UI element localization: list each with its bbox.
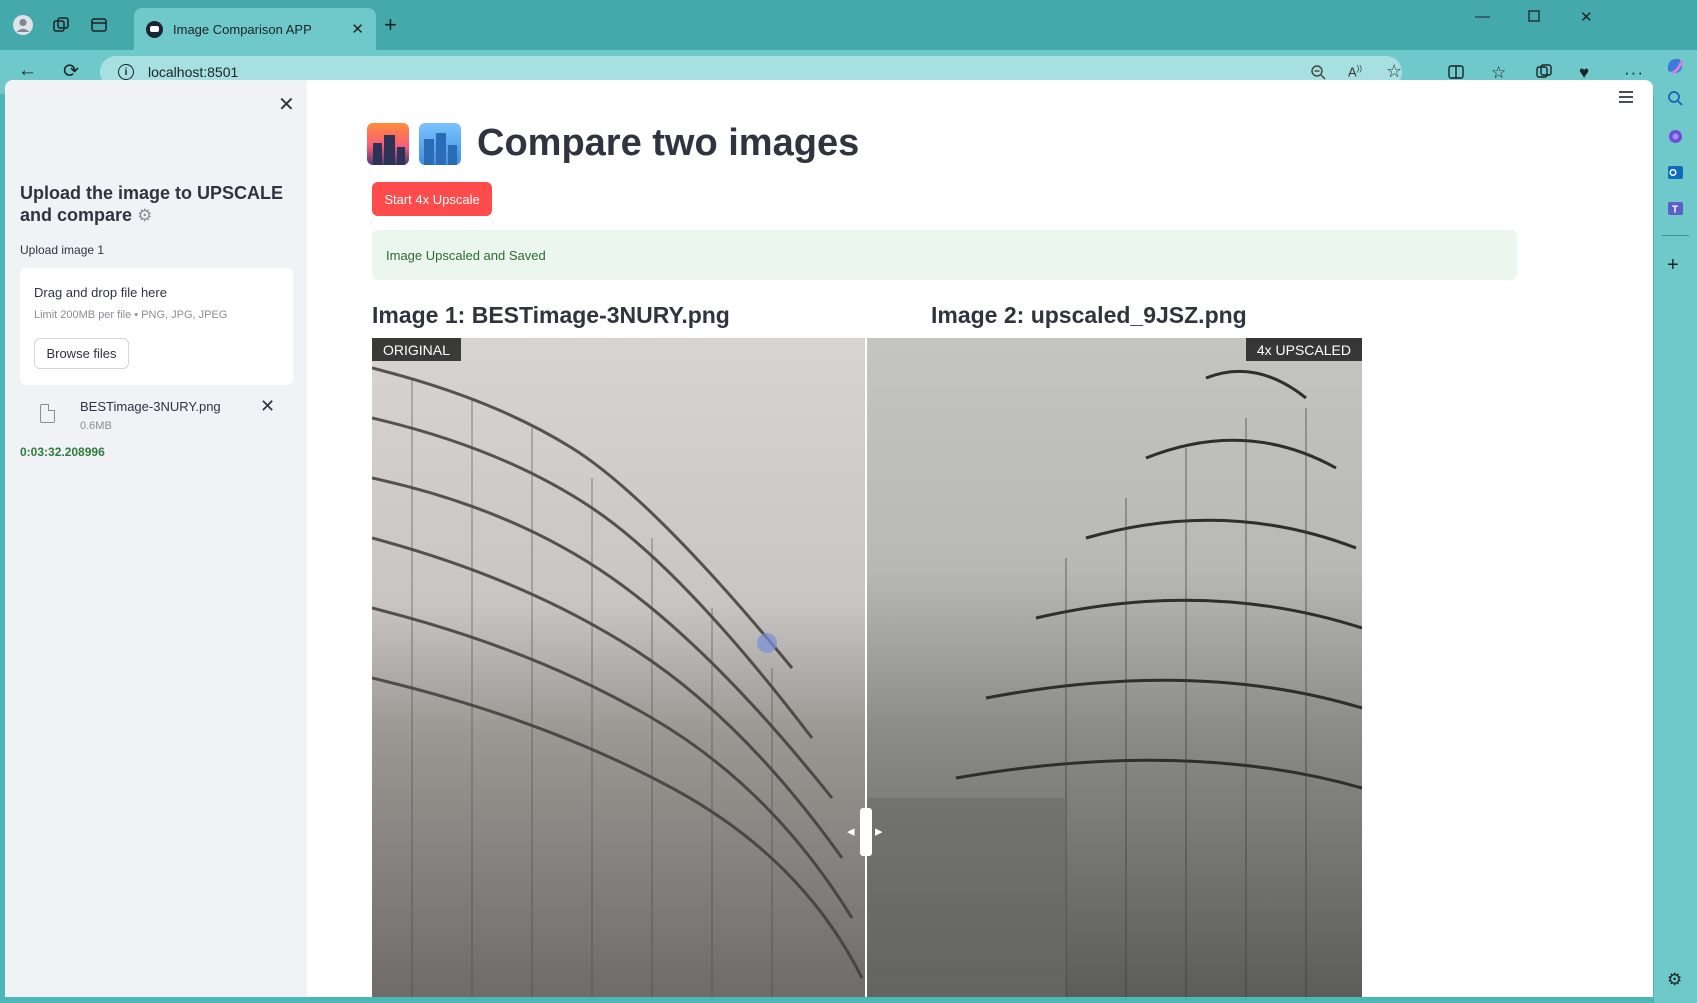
read-aloud-icon[interactable]: A)) [1348, 64, 1362, 79]
add-sidebar-app-icon[interactable]: + [1667, 254, 1679, 277]
minimize-icon[interactable]: — [1475, 8, 1490, 25]
gear-icon: ⚙ [137, 206, 153, 225]
shopping-icon[interactable] [1667, 128, 1684, 150]
cityscape-dusk-icon [367, 122, 409, 165]
page-title-text: Compare two images [477, 122, 860, 164]
success-alert: Image Upscaled and Saved [372, 230, 1517, 280]
streamlit-sidebar: ✕ Upload the image to UPSCALE and compar… [5, 80, 307, 997]
sidebar-heading: Upload the image to UPSCALE and compare … [20, 182, 295, 227]
comparison-divider[interactable] [865, 338, 867, 997]
maximize-icon[interactable] [1528, 9, 1540, 26]
edge-sidebar: T + ⚙ [1654, 59, 1697, 1003]
main-content: Compare two images Start 4x Upscale Imag… [307, 80, 1653, 997]
image1-label: Image 1: BESTimage-3NURY.png [372, 302, 730, 328]
dropzone-limit: Limit 200MB per file • PNG, JPG, JPEG [34, 309, 228, 321]
upload-label: Upload image 1 [20, 243, 105, 257]
upscaled-image [866, 338, 1362, 997]
page-title: Compare two images [367, 122, 859, 165]
streamlit-favicon-icon [146, 20, 163, 38]
window-close-icon[interactable]: ✕ [1580, 8, 1593, 26]
dropzone-title: Drag and drop file here [34, 285, 167, 300]
sidebar-settings-icon[interactable]: ⚙ [1667, 970, 1682, 990]
site-info-icon[interactable]: i [118, 64, 134, 80]
handle-left-arrow-icon: ◂ [847, 823, 855, 840]
browser-tab[interactable]: Image Comparison APP ✕ [134, 8, 376, 50]
new-tab-icon[interactable]: + [384, 12, 397, 38]
browse-files-button[interactable]: Browse files [34, 338, 129, 369]
comparison-handle[interactable] [860, 808, 872, 856]
tab-title: Image Comparison APP [173, 21, 312, 37]
file-dropzone[interactable]: Drag and drop file here Limit 200MB per … [20, 268, 293, 385]
app-viewport: ✕ Upload the image to UPSCALE and compar… [5, 80, 1653, 997]
original-tag: ORIGINAL [372, 338, 461, 361]
profile-icon[interactable] [10, 12, 36, 38]
edge-divider [1662, 235, 1689, 236]
back-icon[interactable]: ← [18, 60, 37, 82]
uploaded-file-name: BESTimage-3NURY.png [80, 399, 221, 414]
search-icon[interactable] [1667, 90, 1684, 112]
upscaled-tag: 4x UPSCALED [1245, 338, 1362, 361]
teams-icon[interactable]: T [1667, 200, 1684, 222]
url-text: localhost:8501 [148, 64, 239, 80]
image2-label: Image 2: upscaled_9JSZ.png [931, 302, 1247, 328]
copilot-icon[interactable] [1664, 55, 1686, 82]
vertical-tabs-icon[interactable] [86, 12, 112, 38]
elapsed-time: 0:03:32.208996 [20, 445, 105, 459]
original-image [372, 338, 866, 997]
tab-close-icon[interactable]: ✕ [351, 20, 364, 38]
handle-right-arrow-icon: ▸ [875, 823, 883, 840]
cityscape-icon [419, 122, 461, 165]
svg-text:T: T [1672, 205, 1678, 216]
uploaded-file-item: BESTimage-3NURY.png 0.6MB ✕ [20, 392, 293, 442]
outlook-icon[interactable] [1667, 164, 1684, 186]
image-comparison-slider[interactable]: ORIGINAL 4x UPSCALED ◂ ▸ [372, 338, 1362, 997]
workspaces-icon[interactable] [48, 12, 74, 38]
browser-titlebar: Image Comparison APP ✕ + — ✕ [0, 0, 1697, 50]
start-upscale-button[interactable]: Start 4x Upscale [372, 182, 492, 216]
favorite-star-icon[interactable]: ☆ [1386, 61, 1402, 82]
file-icon [40, 404, 55, 423]
collapse-sidebar-icon[interactable]: ✕ [278, 92, 295, 117]
remove-file-icon[interactable]: ✕ [260, 396, 275, 417]
uploaded-file-size: 0.6MB [80, 420, 112, 432]
